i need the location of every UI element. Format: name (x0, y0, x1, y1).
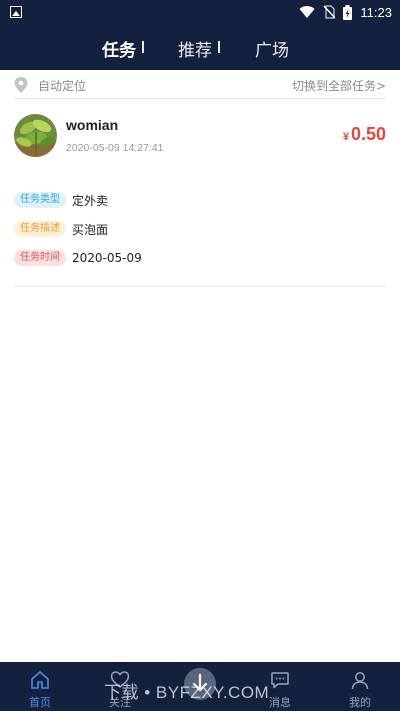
status-time: 11:23 (360, 4, 392, 20)
system-icons: 11:23 (299, 4, 392, 20)
nav-home[interactable]: 首页 (0, 662, 80, 711)
username: womian (66, 117, 119, 133)
auto-location-label[interactable]: 自动定位 (38, 77, 86, 94)
profile-icon (351, 672, 369, 690)
watermark: 下载 • BYFZXY.COM (98, 666, 308, 702)
no-sim-icon (323, 5, 336, 19)
task-time-row: 任务时间 2020-05-09 (14, 250, 142, 266)
nav-profile-label: 我的 (349, 696, 371, 709)
task-type-row: 任务类型 定外卖 (14, 192, 108, 208)
nav-home-label: 首页 (29, 696, 51, 709)
task-desc-tag: 任务描述 (14, 221, 66, 237)
location-pin-icon (14, 77, 28, 93)
currency-symbol: ¥ (342, 131, 349, 143)
reward-amount: 0.50 (350, 124, 386, 144)
tab-task[interactable]: 任务 (102, 36, 136, 61)
wifi-icon (299, 6, 315, 19)
tab-separator (218, 41, 220, 53)
task-card[interactable]: womian 2020-05-09 14:27:41 ¥0.50 任务类型 定外… (14, 99, 386, 287)
switch-all-tasks-link[interactable]: 切换到全部任务> (292, 77, 386, 94)
tab-square[interactable]: 广场 (255, 36, 289, 61)
avatar[interactable] (14, 114, 57, 157)
tab-recommend[interactable]: 推荐 (178, 36, 212, 61)
watermark-text: 下载 • BYFZXY.COM (104, 683, 270, 702)
top-tab-bar: 任务 推荐 广场 (0, 24, 400, 70)
task-reward: ¥0.50 (343, 124, 386, 145)
task-desc-value: 买泡面 (72, 222, 109, 237)
nav-profile[interactable]: 我的 (320, 662, 400, 711)
home-icon (31, 671, 49, 689)
battery-charging-icon (343, 4, 353, 20)
task-time-tag: 任务时间 (14, 250, 66, 266)
task-desc-row: 任务描述 买泡面 (14, 221, 108, 237)
task-time-value: 2020-05-09 (72, 251, 142, 265)
task-type-tag: 任务类型 (14, 192, 66, 208)
task-type-value: 定外卖 (72, 193, 109, 208)
avatar-plant-image (14, 114, 57, 157)
status-bar: 11:23 (0, 0, 400, 24)
location-bar: 自动定位 切换到全部任务> (14, 70, 386, 99)
post-timestamp: 2020-05-09 14:27:41 (66, 142, 164, 154)
tab-separator (142, 41, 144, 53)
image-notification-icon (10, 6, 22, 18)
